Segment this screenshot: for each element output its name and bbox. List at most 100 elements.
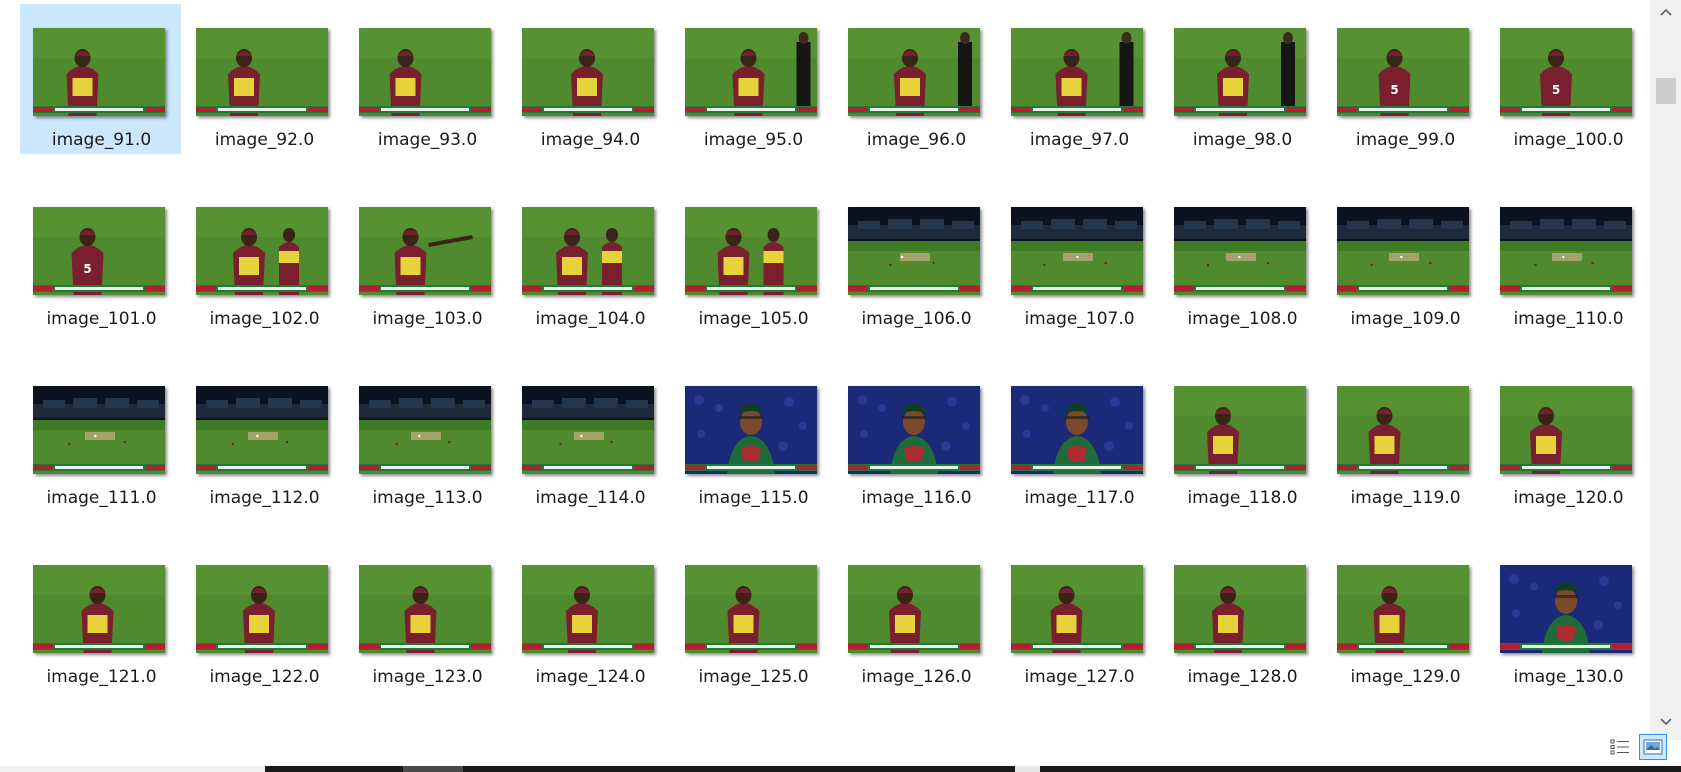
file-name-label: image_95.0 [703, 130, 804, 150]
taskbar-segment [403, 766, 463, 772]
file-item[interactable]: image_110.0 [1487, 183, 1648, 333]
file-item[interactable]: image_126.0 [835, 541, 996, 691]
file-name-label: image_103.0 [372, 309, 483, 329]
file-item[interactable]: image_123.0 [346, 541, 507, 691]
file-name-label: image_100.0 [1513, 130, 1624, 150]
image-thumbnail [1174, 386, 1306, 474]
file-item[interactable]: image_121.0 [20, 541, 181, 691]
file-item[interactable]: image_103.0 [346, 183, 507, 333]
svg-text:5: 5 [83, 262, 91, 276]
vertical-scrollbar[interactable] [1650, 0, 1681, 740]
file-name-label: image_107.0 [1024, 309, 1135, 329]
file-item[interactable]: image_115.0 [672, 362, 833, 512]
file-item[interactable]: image_93.0 [346, 4, 507, 154]
chevron-up-icon[interactable] [1650, 0, 1681, 26]
file-item[interactable]: image_104.0 [509, 183, 670, 333]
file-name-label: image_120.0 [1513, 488, 1624, 508]
details-view-icon [1610, 739, 1629, 755]
file-item[interactable]: image_112.0 [183, 362, 344, 512]
file-item[interactable]: 5 image_99.0 [1324, 4, 1485, 154]
file-item[interactable]: image_118.0 [1161, 362, 1322, 512]
file-item[interactable]: image_95.0 [672, 4, 833, 154]
image-thumbnail [196, 207, 328, 295]
file-item[interactable]: image_111.0 [20, 362, 181, 512]
image-thumbnail [1011, 28, 1143, 116]
file-item[interactable]: image_97.0 [998, 4, 1159, 154]
large-icons-view-button[interactable] [1639, 734, 1667, 760]
file-name-label: image_124.0 [535, 667, 646, 687]
image-thumbnail [1337, 386, 1469, 474]
file-name-label: image_92.0 [214, 130, 315, 150]
file-item[interactable]: 5 image_101.0 [20, 183, 181, 333]
image-thumbnail [1174, 28, 1306, 116]
file-item[interactable]: image_108.0 [1161, 183, 1322, 333]
svg-text:5: 5 [1552, 83, 1560, 97]
image-thumbnail [359, 28, 491, 116]
file-name-label: image_97.0 [1029, 130, 1130, 150]
file-name-label: image_127.0 [1024, 667, 1135, 687]
image-thumbnail [33, 565, 165, 653]
image-thumbnail: 5 [33, 207, 165, 295]
image-thumbnail [848, 207, 980, 295]
taskbar-segment [1040, 766, 1681, 772]
large-icons-view-icon [1643, 739, 1663, 755]
image-thumbnail [1500, 386, 1632, 474]
file-name-label: image_91.0 [51, 130, 152, 150]
file-name-label: image_104.0 [535, 309, 646, 329]
file-item[interactable]: image_120.0 [1487, 362, 1648, 512]
file-item[interactable]: image_122.0 [183, 541, 344, 691]
file-item[interactable]: image_127.0 [998, 541, 1159, 691]
image-thumbnail [522, 565, 654, 653]
file-item[interactable]: image_129.0 [1324, 541, 1485, 691]
file-item[interactable]: image_105.0 [672, 183, 833, 333]
file-item[interactable]: image_119.0 [1324, 362, 1485, 512]
file-name-label: image_130.0 [1513, 667, 1624, 687]
taskbar-segment [265, 766, 1015, 772]
image-thumbnail [1500, 207, 1632, 295]
file-item[interactable]: image_94.0 [509, 4, 670, 154]
file-name-label: image_125.0 [698, 667, 809, 687]
file-name-label: image_111.0 [46, 488, 157, 508]
image-thumbnail [196, 28, 328, 116]
file-item[interactable]: image_113.0 [346, 362, 507, 512]
file-name-label: image_101.0 [46, 309, 157, 329]
file-name-label: image_115.0 [698, 488, 809, 508]
file-item[interactable]: image_102.0 [183, 183, 344, 333]
image-thumbnail [196, 386, 328, 474]
taskbar-strip [0, 766, 1681, 772]
file-name-label: image_98.0 [1192, 130, 1293, 150]
file-name-label: image_110.0 [1513, 309, 1624, 329]
scrollbar-thumb[interactable] [1656, 78, 1676, 104]
file-item[interactable]: image_130.0 [1487, 541, 1648, 691]
image-thumbnail: 5 [1337, 28, 1469, 116]
file-item[interactable]: image_106.0 [835, 183, 996, 333]
file-name-label: image_94.0 [540, 130, 641, 150]
view-switcher [1606, 734, 1676, 764]
file-item[interactable]: image_96.0 [835, 4, 996, 154]
file-name-label: image_119.0 [1350, 488, 1461, 508]
file-name-label: image_122.0 [209, 667, 320, 687]
file-item[interactable]: image_107.0 [998, 183, 1159, 333]
file-item[interactable]: image_116.0 [835, 362, 996, 512]
file-item[interactable]: image_91.0 [20, 4, 181, 154]
details-view-button[interactable] [1606, 734, 1634, 760]
file-name-label: image_118.0 [1187, 488, 1298, 508]
file-item[interactable]: image_114.0 [509, 362, 670, 512]
file-item[interactable]: image_128.0 [1161, 541, 1322, 691]
image-thumbnail [1174, 207, 1306, 295]
file-item[interactable]: 5 image_100.0 [1487, 4, 1648, 154]
file-item[interactable]: image_109.0 [1324, 183, 1485, 333]
file-item[interactable]: image_98.0 [1161, 4, 1322, 154]
image-thumbnail [196, 565, 328, 653]
file-item[interactable]: image_117.0 [998, 362, 1159, 512]
file-name-label: image_123.0 [372, 667, 483, 687]
image-thumbnail [1011, 565, 1143, 653]
file-name-label: image_113.0 [372, 488, 483, 508]
file-item[interactable]: image_124.0 [509, 541, 670, 691]
chevron-down-icon[interactable] [1650, 710, 1681, 736]
file-item[interactable]: image_125.0 [672, 541, 833, 691]
file-name-label: image_126.0 [861, 667, 972, 687]
image-thumbnail [33, 386, 165, 474]
svg-text:5: 5 [1390, 83, 1398, 97]
file-item[interactable]: image_92.0 [183, 4, 344, 154]
